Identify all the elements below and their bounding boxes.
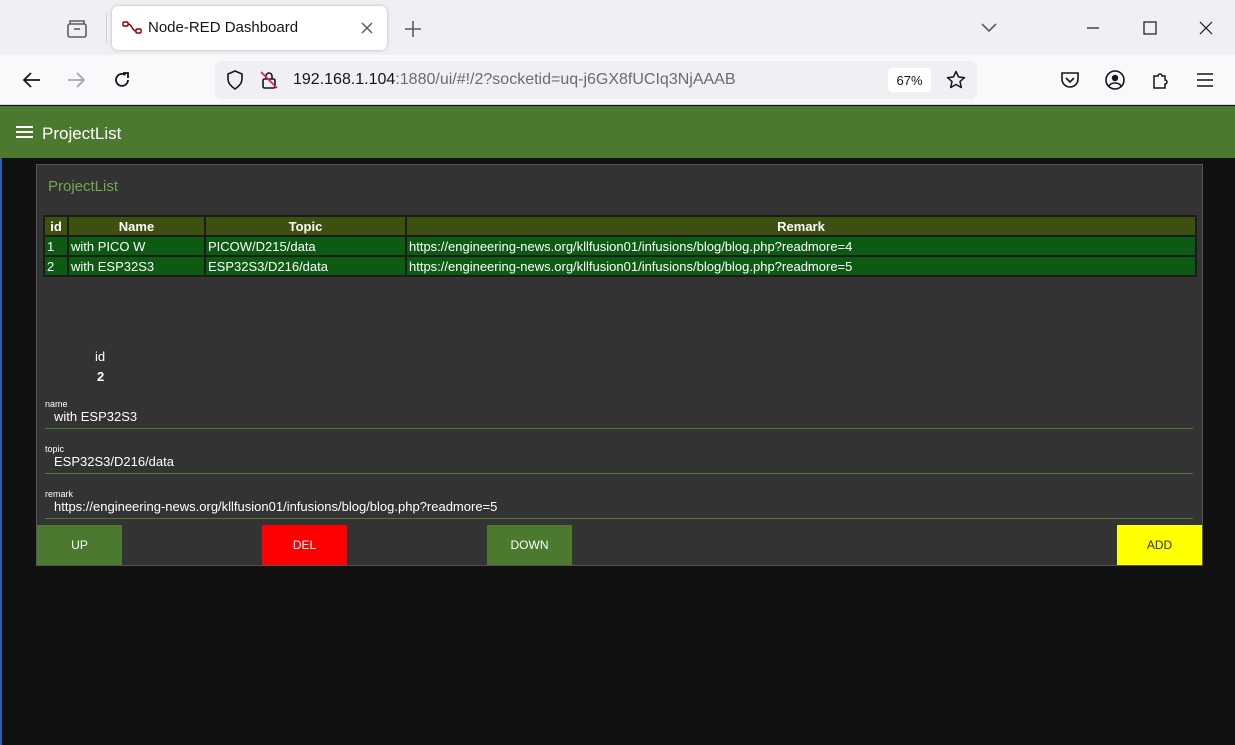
browser-tab-active[interactable]: Node-RED Dashboard bbox=[112, 6, 387, 50]
cell-topic: PICOW/D215/data bbox=[204, 235, 407, 257]
browser-nav-bar: 192.168.1.104:1880/ui/#!/2?socketid=uq-j… bbox=[0, 55, 1235, 105]
dashboard-page: ProjectList ProjectList id Name Topic Re… bbox=[0, 106, 1235, 745]
tab-manager-icon[interactable] bbox=[62, 14, 92, 44]
table-row[interactable]: 1 with PICO W PICOW/D215/data https://en… bbox=[43, 235, 1197, 257]
cell-name: with ESP32S3 bbox=[67, 255, 206, 277]
pocket-icon[interactable] bbox=[1055, 65, 1085, 95]
account-icon[interactable] bbox=[1100, 65, 1130, 95]
table-header-row: id Name Topic Remark bbox=[43, 215, 1197, 237]
browser-tab-bar: Node-RED Dashboard bbox=[0, 0, 1235, 55]
url-text[interactable]: 192.168.1.104:1880/ui/#!/2?socketid=uq-j… bbox=[293, 71, 736, 89]
column-header-topic[interactable]: Topic bbox=[204, 215, 407, 237]
menu-icon[interactable] bbox=[16, 126, 33, 140]
cell-id: 1 bbox=[43, 235, 69, 257]
hamburger-menu-icon[interactable] bbox=[1190, 65, 1220, 95]
node-red-icon bbox=[122, 19, 142, 37]
cell-remark: https://engineering-news.org/kllfusion01… bbox=[405, 235, 1197, 257]
cell-name: with PICO W bbox=[67, 235, 206, 257]
new-tab-icon[interactable] bbox=[400, 16, 426, 42]
card-title: ProjectList bbox=[48, 178, 119, 195]
dashboard-toolbar: ProjectList bbox=[0, 106, 1235, 158]
zoom-level-badge[interactable]: 67% bbox=[888, 68, 931, 92]
minimize-icon[interactable] bbox=[1078, 14, 1108, 42]
tab-separator bbox=[106, 12, 107, 44]
tab-list-chevron-icon[interactable] bbox=[974, 14, 1004, 42]
shield-icon[interactable] bbox=[225, 70, 245, 90]
remark-input[interactable] bbox=[54, 497, 1184, 515]
id-label: id bbox=[95, 349, 106, 364]
toolbar-title: ProjectList bbox=[42, 124, 122, 143]
column-header-id[interactable]: id bbox=[43, 215, 69, 237]
reload-icon[interactable] bbox=[107, 65, 137, 95]
down-button[interactable]: DOWN bbox=[487, 525, 572, 565]
topic-field: topic bbox=[45, 444, 1193, 474]
table-row[interactable]: 2 with ESP32S3 ESP32S3/D216/data https:/… bbox=[43, 255, 1197, 277]
name-field: name bbox=[45, 399, 1193, 429]
forward-arrow-icon[interactable] bbox=[61, 65, 91, 95]
column-header-remark[interactable]: Remark bbox=[405, 215, 1197, 237]
back-arrow-icon[interactable] bbox=[17, 65, 47, 95]
tab-title: Node-RED Dashboard bbox=[148, 19, 299, 36]
cell-id: 2 bbox=[43, 255, 69, 277]
id-value: 2 bbox=[97, 369, 105, 384]
cell-remark: https://engineering-news.org/kllfusion01… bbox=[405, 255, 1197, 277]
project-table: id Name Topic Remark 1 with PICO W PICOW… bbox=[43, 215, 1197, 277]
name-input[interactable] bbox=[54, 407, 1184, 425]
close-window-icon[interactable] bbox=[1191, 14, 1221, 42]
tab-close-icon[interactable] bbox=[356, 17, 378, 39]
topic-input[interactable] bbox=[54, 452, 1184, 470]
extensions-icon[interactable] bbox=[1146, 65, 1176, 95]
remark-field: remark bbox=[45, 489, 1193, 519]
cell-topic: ESP32S3/D216/data bbox=[204, 255, 407, 277]
up-button[interactable]: UP bbox=[37, 525, 122, 565]
left-edge-strip bbox=[0, 106, 2, 745]
column-header-name[interactable]: Name bbox=[67, 215, 206, 237]
project-list-card: ProjectList id Name Topic Remark 1 with … bbox=[36, 164, 1203, 566]
url-path: :1880/ui/#!/2?socketid=uq-j6GX8fUCIq3NjA… bbox=[395, 71, 736, 88]
add-button[interactable]: ADD bbox=[1117, 525, 1202, 565]
insecure-lock-icon[interactable] bbox=[259, 70, 279, 90]
delete-button[interactable]: DEL bbox=[262, 525, 347, 565]
bookmark-star-icon[interactable] bbox=[946, 70, 966, 90]
maximize-icon[interactable] bbox=[1135, 14, 1165, 42]
address-bar[interactable]: 192.168.1.104:1880/ui/#!/2?socketid=uq-j… bbox=[215, 61, 977, 99]
url-host: 192.168.1.104 bbox=[293, 71, 396, 88]
